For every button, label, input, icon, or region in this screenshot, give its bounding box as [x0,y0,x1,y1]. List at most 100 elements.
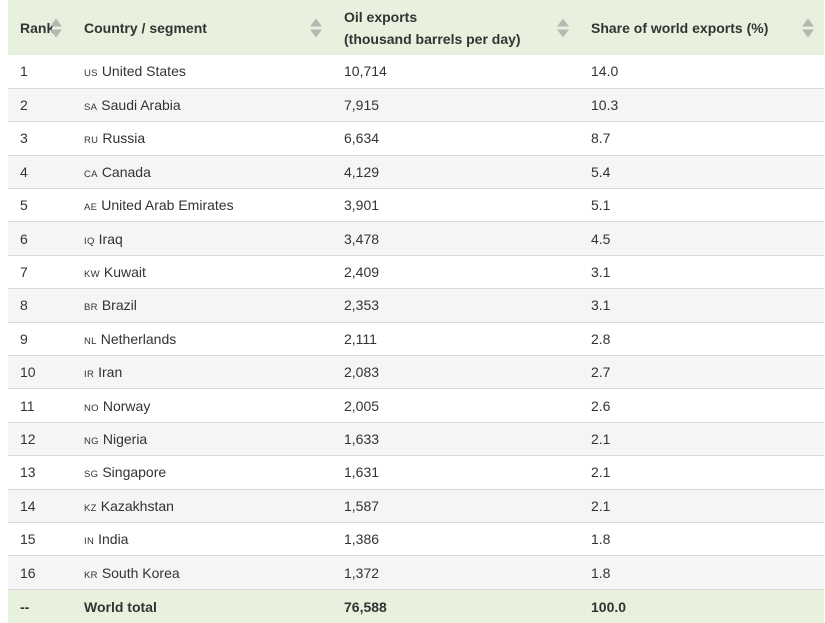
exports-cell: 3,901 [344,197,380,214]
exports-cell: 2,083 [344,364,380,381]
share-cell: 2.1 [591,497,611,514]
share-cell: 2.1 [591,430,611,447]
country-code: AE [84,202,98,214]
rank-cell: 6 [20,230,28,247]
country-name: Singapore [102,464,167,481]
column-header-share[interactable]: Share of world exports (%) [579,0,824,55]
exports-cell: 10,714 [344,63,387,80]
country-name: Norway [102,397,151,414]
country-code: NO [84,402,99,414]
rank-cell: 10 [20,364,36,381]
sort-icon[interactable] [802,18,814,37]
share-cell: 14.0 [591,63,619,80]
table-row: 14 KZ Kazakhstan 1,587 2.1 [8,489,824,523]
country-cell: IN India [72,522,332,555]
sort-icon[interactable] [557,18,569,37]
total-exports-cell: 76,588 [344,598,387,615]
country-cell: IQ Iraq [72,222,332,255]
country-code: NL [84,335,97,347]
exports-cell: 3,478 [344,230,380,247]
rank-cell: 3 [20,130,28,147]
country-cell: NL Netherlands [72,322,332,355]
sort-icon[interactable] [310,18,322,37]
exports-cell: 2,111 [344,330,377,347]
rank-cell: 5 [20,197,28,214]
table-body: 1 US United States 10,714 14.0 2 SA Saudi Arab… [8,55,824,590]
country-code: KZ [84,502,97,514]
share-cell: 8.7 [591,130,611,147]
country-code: RU [84,135,99,147]
country-cell: BR Brazil [72,289,332,322]
rank-cell: 8 [20,297,28,314]
country-cell: IR Iran [72,356,332,389]
rank-cell: 13 [20,464,36,481]
rank-cell: 16 [20,564,36,581]
rank-cell: 15 [20,531,36,548]
total-label-cell: World total [84,598,157,615]
table-row: 2 SA Saudi Arabia 7,915 10.3 [8,88,824,122]
country-name: United Arab Emirates [101,197,234,214]
country-name: Saudi Arabia [101,97,181,114]
exports-cell: 1,372 [344,564,380,581]
table-row: 15 IN India 1,386 1.8 [8,522,824,556]
country-name: Nigeria [102,430,148,447]
country-code: IQ [84,235,95,247]
country-name: Brazil [101,297,137,314]
table-row: 7 KW Kuwait 2,409 3.1 [8,255,824,289]
country-cell: KW Kuwait [72,255,332,288]
share-cell: 2.7 [591,364,611,381]
country-name: Russia [102,130,146,147]
table-footer: -- World total 76,588 100.0 [8,589,824,623]
table-row: 12 NG Nigeria 1,633 2.1 [8,422,824,456]
total-share-cell: 100.0 [591,598,627,615]
country-name: Iran [98,364,123,381]
country-name: Iraq [98,230,123,247]
column-header-exports[interactable]: Oil exports (thousand barrels per day) [332,0,579,55]
share-cell: 4.5 [591,230,611,247]
total-rank-cell: -- [20,598,30,615]
share-cell: 3.1 [591,264,611,281]
table-row: 5 AE United Arab Emirates 3,901 5.1 [8,188,824,222]
rank-cell: 4 [20,163,28,180]
share-cell: 10.3 [591,97,619,114]
exports-cell: 7,915 [344,97,380,114]
column-header-share-label: Share of world exports (%) [591,19,769,36]
table-row: 4 CA Canada 4,129 5.4 [8,155,824,189]
exports-cell: 1,386 [344,531,380,548]
country-cell: RU Russia [72,122,332,155]
column-header-exports-label: Oil exports [344,8,418,25]
rank-cell: 2 [20,97,28,114]
column-header-exports-unit: (thousand barrels per day) [344,30,521,47]
share-cell: 1.8 [591,564,611,581]
table-row: 11 NO Norway 2,005 2.6 [8,388,824,423]
rank-cell: 1 [20,63,28,80]
country-cell: US United States [72,55,332,88]
share-cell: 2.6 [591,397,611,414]
exports-cell: 2,409 [344,264,380,281]
table-row: 3 RU Russia 6,634 8.7 [8,121,824,156]
rank-cell: 11 [20,397,35,414]
rank-cell: 12 [20,430,36,447]
exports-cell: 6,634 [344,130,380,147]
country-cell: KZ Kazakhstan [72,489,332,522]
country-code: IN [84,536,95,548]
country-code: IR [84,369,95,381]
exports-cell: 1,587 [344,497,380,514]
exports-cell: 1,631 [344,464,380,481]
country-code: BR [84,302,98,314]
country-code: SG [84,469,99,481]
exports-cell: 2,005 [344,397,380,414]
country-name: Canada [101,163,151,180]
country-cell: KR South Korea [72,556,332,589]
country-code: CA [84,168,98,180]
oil-exports-table: Rank Country / segment Oil exports (thou… [8,0,824,623]
rank-cell: 9 [20,330,28,347]
column-header-country[interactable]: Country / segment [72,0,332,55]
column-header-rank[interactable]: Rank [8,0,72,55]
country-code: US [84,68,98,80]
table-row: 8 BR Brazil 2,353 3.1 [8,288,824,323]
country-name: South Korea [101,564,180,581]
country-code: KW [84,269,100,281]
country-code: KR [84,569,98,581]
sort-icon[interactable] [50,18,62,37]
